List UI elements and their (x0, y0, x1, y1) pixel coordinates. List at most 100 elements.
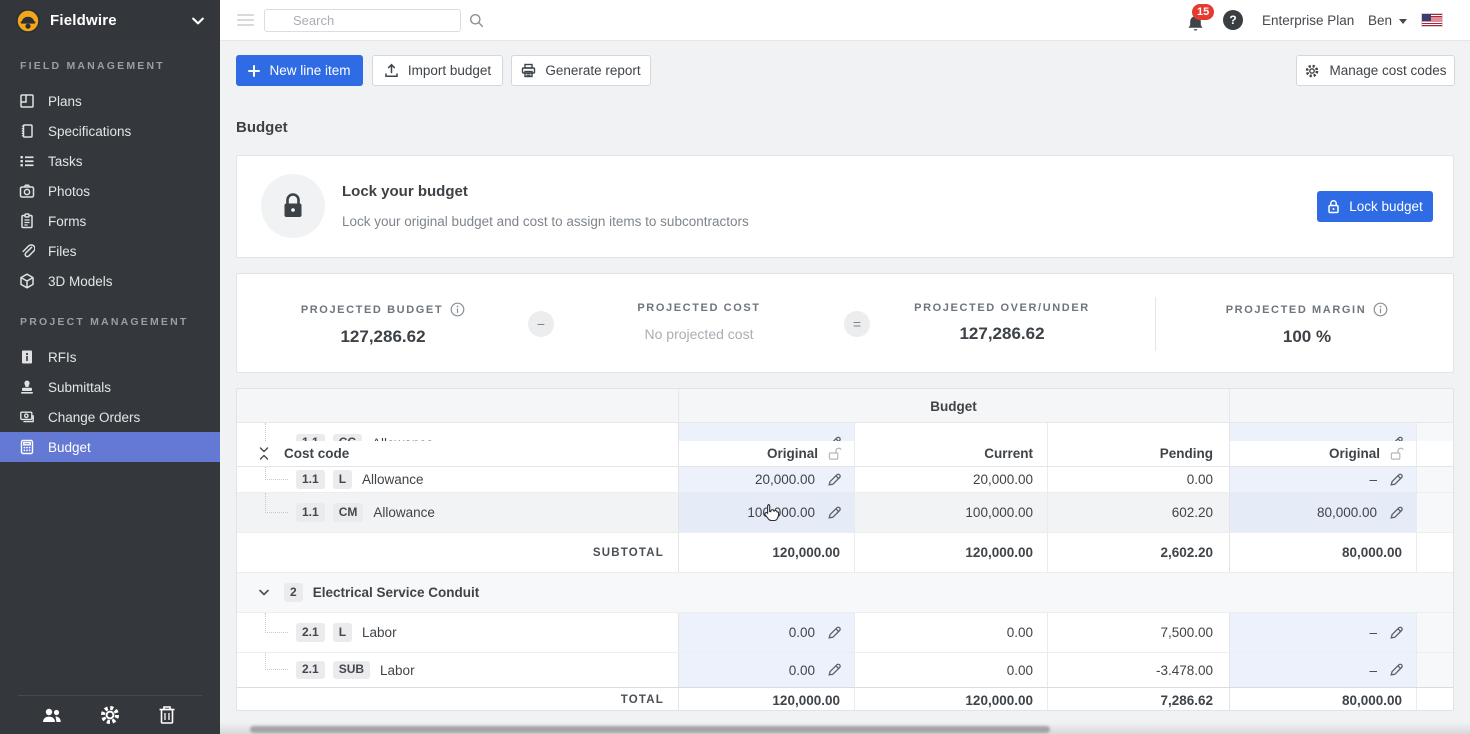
sidebar-item-plans[interactable]: Plans (0, 86, 220, 116)
pending-budget-cell: 7,500.00 (1047, 613, 1229, 652)
budget-table: Budget 1.1 CC Allowance (236, 388, 1454, 711)
original-budget-cell[interactable]: 20,000.00 (678, 467, 854, 492)
search-input[interactable] (265, 10, 469, 31)
group-row[interactable]: 2 Electrical Service Conduit (237, 573, 1453, 613)
edit-icon[interactable] (1388, 505, 1404, 521)
section-field-management: FIELD MANAGEMENT (20, 60, 165, 72)
flag-us-icon[interactable] (1421, 13, 1443, 27)
cost-type-badge: L (333, 623, 352, 641)
import-budget-button[interactable]: Import budget (372, 55, 503, 86)
sidebar-item-forms[interactable]: Forms (0, 206, 220, 236)
pending-budget-cell: 602.20 (1047, 493, 1229, 532)
original-cost-cell[interactable]: 80,000.00 (1229, 493, 1416, 532)
user-menu[interactable]: Ben (1368, 13, 1407, 28)
sidebar-item-label: Submittals (48, 380, 111, 395)
pending-budget-cell (1047, 423, 1229, 441)
generate-report-button[interactable]: Generate report (511, 55, 651, 86)
info-icon[interactable] (1373, 302, 1388, 317)
help-icon[interactable]: ? (1223, 10, 1243, 30)
hamburger-icon[interactable] (237, 14, 254, 27)
sidebar-item-budget[interactable]: Budget (0, 432, 220, 462)
original-budget-cell[interactable]: 0.00 (678, 613, 854, 652)
tree-connector (265, 653, 288, 670)
gear-icon (1304, 63, 1320, 79)
minus-operator: − (528, 311, 554, 337)
unlock-icon[interactable] (1390, 446, 1404, 461)
calculator-icon (19, 439, 35, 455)
cost-code-badge: 1.1 (296, 503, 325, 521)
original-budget-cell[interactable] (678, 423, 854, 441)
edit-icon[interactable] (1388, 662, 1404, 678)
sidebar-item-submittals[interactable]: Submittals (0, 372, 220, 402)
column-pending: Pending (1160, 446, 1213, 461)
original-cost-cell[interactable]: – (1229, 613, 1416, 652)
original-budget-cell[interactable]: 0.00 (678, 653, 854, 687)
table-row[interactable]: 2.1 L Labor 0.00 0.00 7,500.00 – (237, 613, 1453, 653)
sidebar-item-label: Change Orders (48, 410, 140, 425)
edit-icon[interactable] (826, 505, 842, 521)
original-budget-cell[interactable]: 100,000.00 (678, 493, 854, 532)
horizontal-scrollbar[interactable] (250, 726, 1050, 733)
edit-icon[interactable] (826, 472, 842, 488)
banknote-icon (19, 409, 35, 425)
cost-type-badge: SUB (333, 661, 370, 679)
collapse-all-icon[interactable] (259, 447, 269, 460)
current-budget-cell: 0.00 (854, 653, 1047, 687)
pending-budget-cell: 0.00 (1047, 467, 1229, 492)
sidebar-item-tasks[interactable]: Tasks (0, 146, 220, 176)
chevron-down-icon[interactable] (259, 589, 269, 596)
edit-icon[interactable] (1388, 625, 1404, 641)
sidebar-item-3d-models[interactable]: 3D Models (0, 266, 220, 296)
sidebar-item-files[interactable]: Files (0, 236, 220, 266)
sidebar-item-specifications[interactable]: Specifications (0, 116, 220, 146)
current-budget-cell: 0.00 (854, 613, 1047, 652)
cube-icon (19, 273, 35, 289)
user-name: Ben (1368, 13, 1392, 28)
plus-icon (248, 65, 260, 77)
stat-value: 100 % (1167, 327, 1447, 347)
cost-code-badge: 2.1 (296, 661, 325, 679)
project-switcher[interactable]: Fieldwire (0, 0, 220, 41)
info-icon[interactable] (450, 302, 465, 317)
sidebar: FIELD MANAGEMENT Plans Specifications Ta… (0, 41, 220, 734)
trash-icon[interactable] (157, 704, 181, 726)
lock-banner-subtitle: Lock your original budget and cost to as… (342, 214, 749, 229)
gear-icon[interactable] (99, 704, 123, 726)
plan-label: Enterprise Plan (1262, 13, 1354, 28)
original-cost-cell[interactable]: – (1229, 653, 1416, 687)
table-row[interactable]: 2.1 SUB Labor 0.00 0.00 -3.478.00 – (237, 653, 1453, 687)
column-original-budget: Original (767, 446, 818, 461)
tree-connector (265, 613, 288, 633)
manage-cost-codes-button[interactable]: Manage cost codes (1296, 55, 1455, 86)
table-row-clipped[interactable]: 1.1 CC Allowance (237, 423, 1453, 441)
cost-code-badge: 2.1 (296, 623, 325, 641)
stat-projected-margin: PROJECTED MARGIN 100 % (1167, 302, 1447, 347)
original-cost-cell[interactable]: – (1229, 467, 1416, 492)
sidebar-item-label: RFIs (48, 350, 77, 365)
current-budget-cell: 100,000.00 (854, 493, 1047, 532)
tasks-icon (19, 153, 35, 169)
edit-icon[interactable] (826, 625, 842, 641)
people-icon[interactable] (40, 704, 64, 726)
lock-budget-button[interactable]: Lock budget (1317, 191, 1433, 222)
edit-icon[interactable] (1388, 472, 1404, 488)
files-icon (19, 243, 35, 259)
sidebar-item-photos[interactable]: Photos (0, 176, 220, 206)
unlock-icon[interactable] (828, 446, 842, 461)
table-group-header: Budget (237, 389, 1453, 423)
brand-name: Fieldwire (50, 12, 117, 29)
original-cost-cell[interactable] (1229, 423, 1416, 441)
sidebar-item-rfis[interactable]: RFIs (0, 342, 220, 372)
cost-code-badge: 1.1 (296, 470, 325, 488)
search-box[interactable] (264, 9, 461, 32)
total-row: TOTAL 120,000.00 120,000.00 7,286.62 80,… (237, 687, 1453, 711)
cost-type-badge: L (333, 470, 352, 488)
cost-code-badge: 1.1 (296, 434, 325, 441)
new-line-item-button[interactable]: New line item (236, 55, 363, 86)
stat-projected-budget: PROJECTED BUDGET 127,286.62 (243, 302, 523, 347)
table-row[interactable]: 1.1 CM Allowance 100,000.00 100,000.00 6… (237, 493, 1453, 533)
edit-icon[interactable] (826, 662, 842, 678)
table-row[interactable]: 1.1 L Allowance 20,000.00 20,000.00 0.00… (237, 467, 1453, 493)
sidebar-item-change-orders[interactable]: Change Orders (0, 402, 220, 432)
specifications-icon (19, 123, 35, 139)
